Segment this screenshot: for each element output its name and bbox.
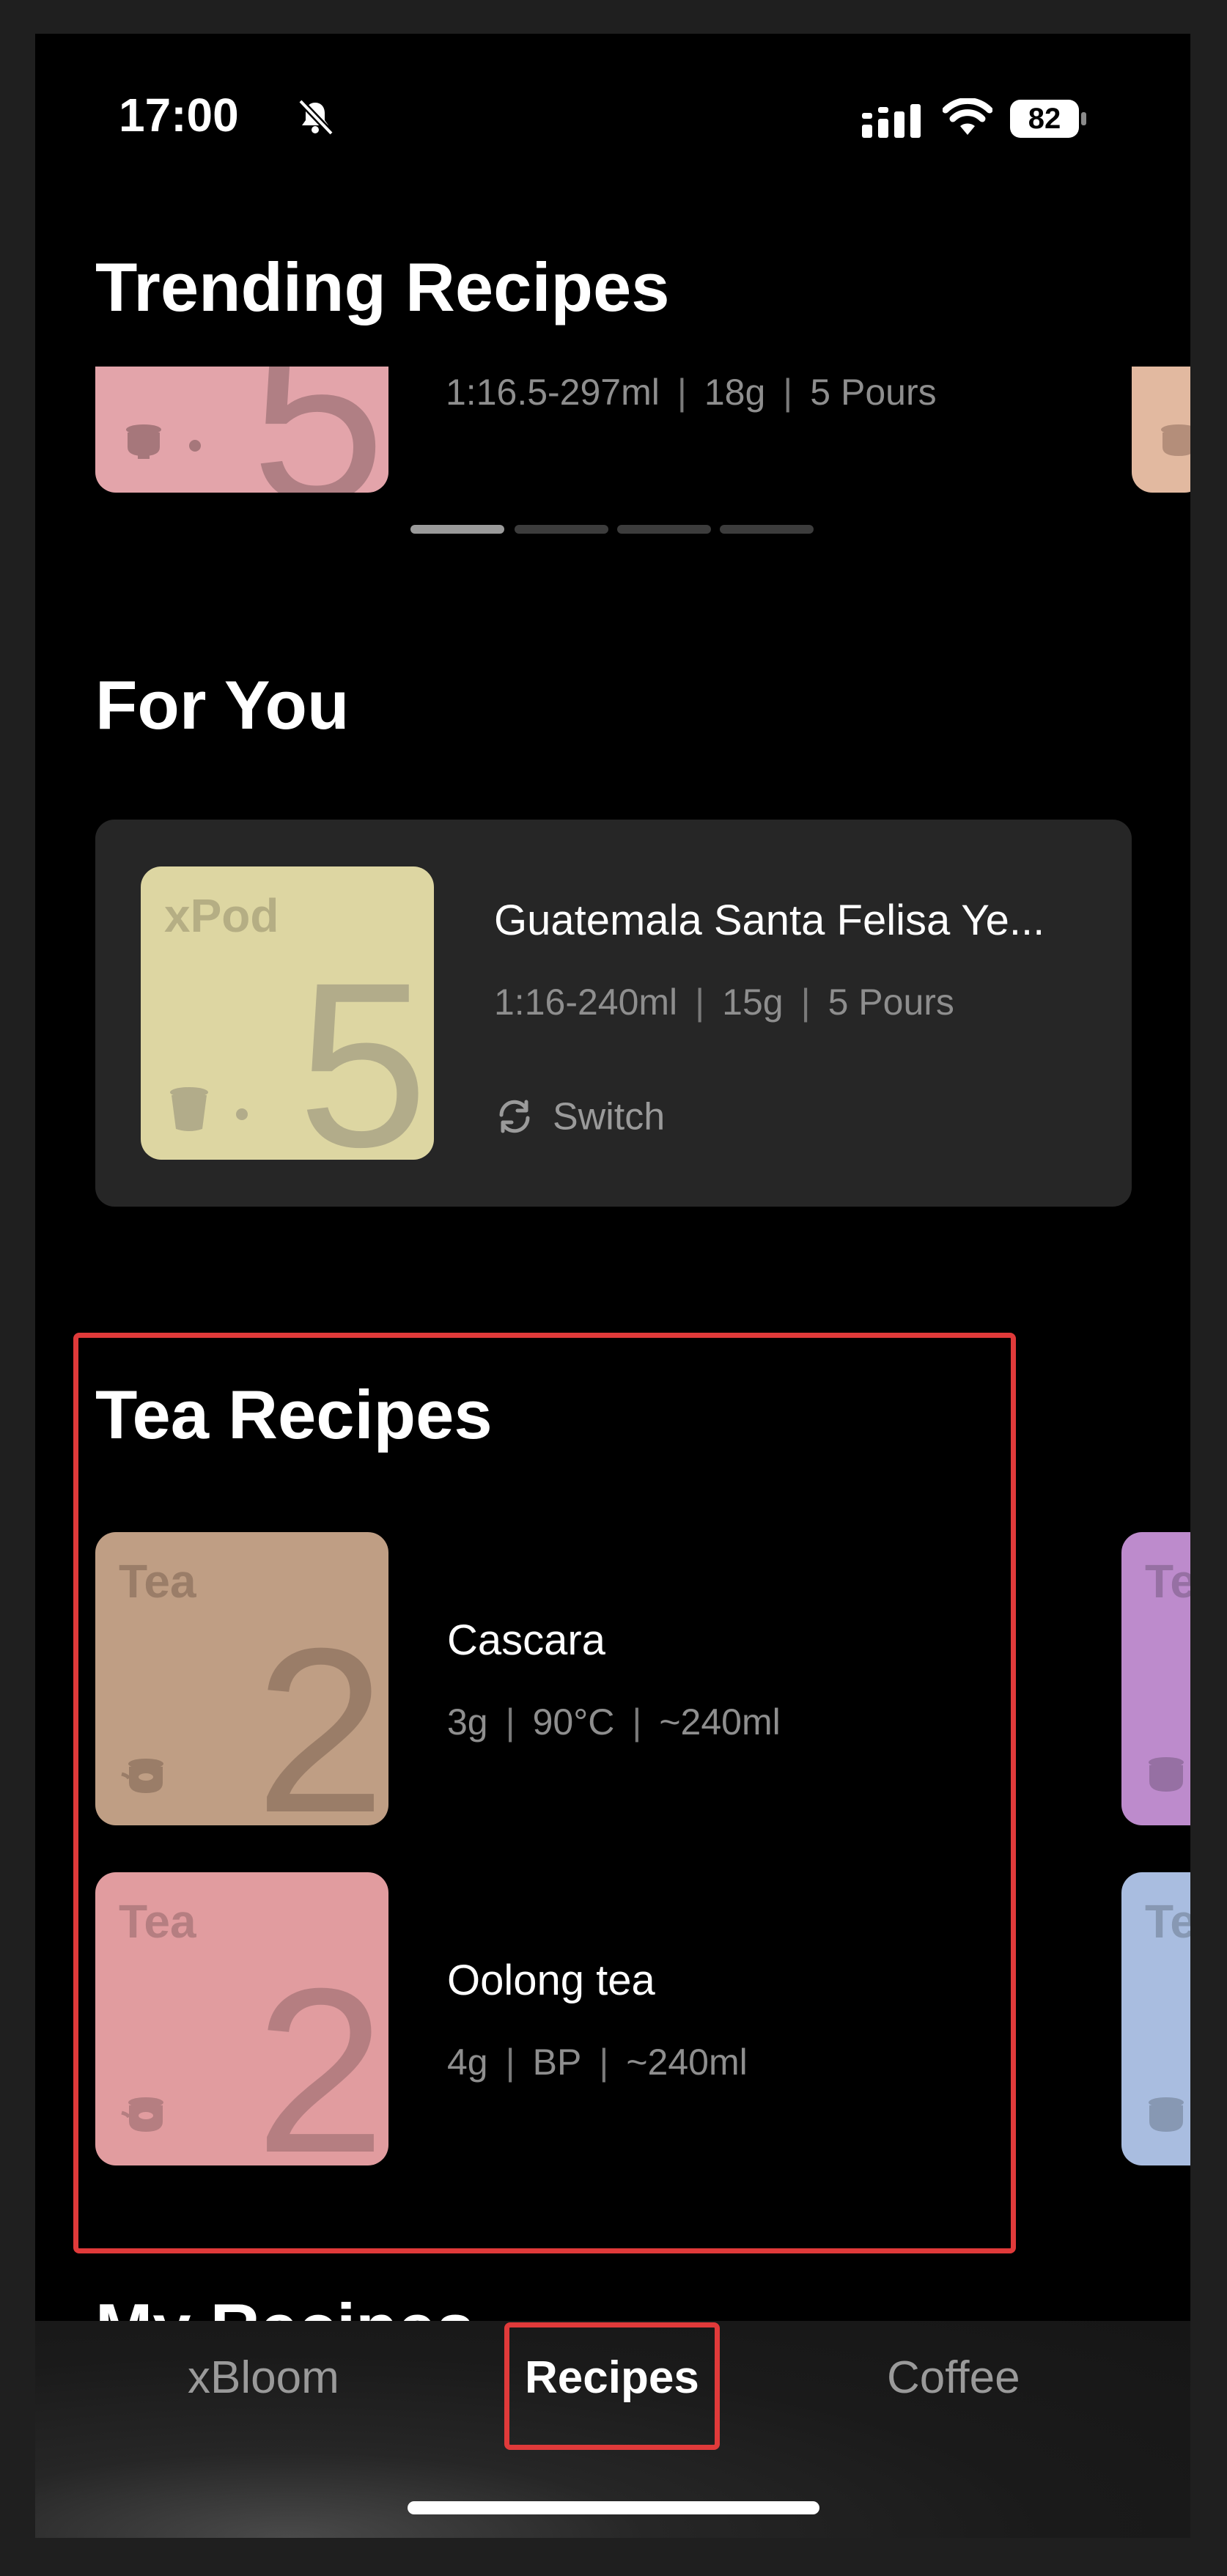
tab-xbloom[interactable]: xBloom [188, 2352, 339, 2404]
tea-tile-next[interactable]: Te [1121, 1532, 1190, 1825]
switch-label: Switch [553, 1095, 666, 1138]
tile-dot [189, 440, 201, 452]
tile-label: xPod [164, 889, 279, 942]
tea-section-highlight [73, 1333, 1016, 2253]
battery-indicator: 82 [1010, 100, 1086, 138]
teapot-icon [1149, 1757, 1184, 1792]
for-you-recipe-name[interactable]: Guatemala Santa Felisa Ye... [494, 896, 1044, 945]
for-you-section-title: For You [95, 666, 350, 743]
tile-label: Te [1145, 1895, 1190, 1948]
for-you-recipe-meta: 1:16-240ml | 15g | 5 Pours [494, 982, 954, 1023]
battery-level: 82 [1028, 103, 1061, 135]
page-dot[interactable] [720, 525, 814, 534]
page-dot[interactable] [617, 525, 711, 534]
pours: 5 Pours [828, 982, 954, 1023]
xpod-tile[interactable]: xPod 5 [141, 866, 434, 1160]
page-dot[interactable] [515, 525, 608, 534]
home-indicator[interactable] [408, 2501, 819, 2514]
cellular-signal-icon [862, 104, 921, 138]
tile-number: 5 [298, 933, 428, 1160]
screen-right-edge [1190, 34, 1227, 2538]
dose: 15g [722, 982, 784, 1023]
teapot-icon [1149, 2097, 1184, 2132]
tile-dot [236, 1108, 248, 1120]
pours: 5 Pours [810, 372, 937, 413]
wifi-icon [943, 98, 992, 135]
ratio-volume: 1:16-240ml [494, 982, 678, 1023]
status-time: 17:00 [119, 89, 239, 141]
teapot-icon [126, 424, 161, 459]
tile-number: 5 [251, 367, 386, 493]
tab-coffee[interactable]: Coffee [887, 2352, 1020, 2404]
trending-section-title: Trending Recipes [95, 249, 670, 325]
trending-recipe-meta: 1:16.5-297ml | 18g | 5 Pours [446, 372, 937, 413]
bell-muted-icon [298, 98, 334, 136]
trending-recipe-tile[interactable]: 5 [95, 367, 388, 493]
recipes-tab-highlight [504, 2322, 720, 2450]
tile-label: Te [1145, 1555, 1190, 1608]
ratio-volume: 1:16.5-297ml [446, 372, 660, 413]
tea-tile-next[interactable]: Te [1121, 1872, 1190, 2165]
refresh-icon [499, 1100, 530, 1133]
dose: 18g [704, 372, 766, 413]
switch-button[interactable]: Switch [494, 1092, 665, 1138]
page-dot-active[interactable] [410, 525, 504, 534]
cup-icon [170, 1087, 208, 1131]
